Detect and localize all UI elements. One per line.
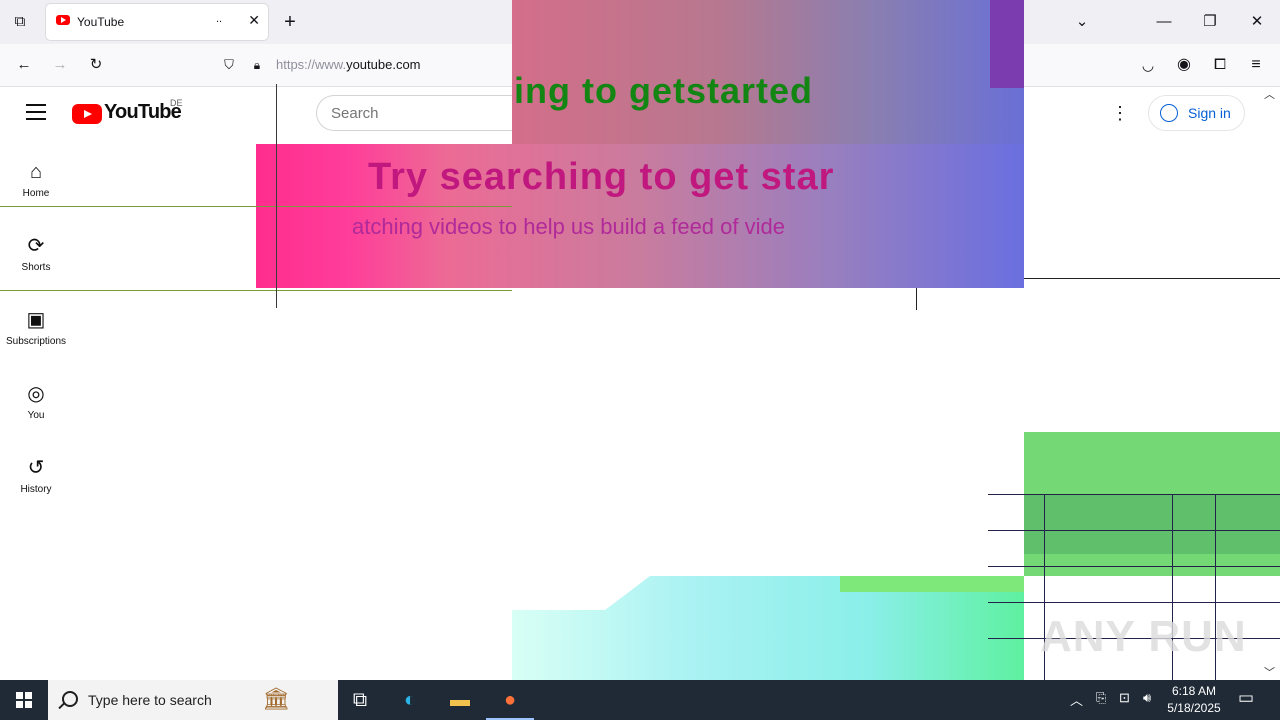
youtube-favicon-icon bbox=[56, 15, 70, 25]
artifact-line bbox=[988, 566, 1280, 567]
scroll-down-icon[interactable]: ﹀ bbox=[1264, 664, 1275, 680]
start-button[interactable] bbox=[0, 680, 48, 720]
sidebar-item-label: History bbox=[20, 484, 52, 495]
taskbar-search-box[interactable]: Type here to search 🏛︎ bbox=[48, 680, 338, 720]
shorts-icon: ⟳ bbox=[27, 235, 45, 257]
account-circle-icon bbox=[1160, 104, 1178, 122]
minimize-button[interactable]: — bbox=[1150, 8, 1178, 36]
extensions-icon[interactable]: ⧠ bbox=[1206, 51, 1234, 79]
history-icon: ↺ bbox=[27, 457, 45, 479]
back-icon[interactable]: ← bbox=[10, 51, 38, 79]
youtube-logo-icon[interactable] bbox=[72, 104, 102, 124]
firefox-icon[interactable]: ● bbox=[486, 680, 534, 720]
tray-chevron-icon[interactable]: ︿ bbox=[1070, 690, 1083, 709]
network-icon[interactable]: ⊡ bbox=[1119, 690, 1130, 706]
sidebar-item-subscriptions[interactable]: ▣ Subscriptions bbox=[0, 308, 72, 382]
search-highlight-icon: 🏛︎ bbox=[262, 686, 290, 711]
list-all-tabs-icon[interactable]: ⌄ bbox=[1068, 8, 1096, 36]
sidebar-item-you[interactable]: ◎ You bbox=[0, 382, 72, 456]
artifact-line bbox=[0, 206, 512, 207]
notifications-icon[interactable]: ▭ bbox=[1238, 688, 1254, 708]
browser-tab[interactable]: YouTube .. ✕ bbox=[46, 4, 268, 40]
feed-prompt-title-fragment: ing to getstarted bbox=[514, 70, 814, 111]
watermark: ANY RUN bbox=[1040, 612, 1247, 661]
sidebar-item-label: You bbox=[27, 410, 45, 421]
search-placeholder: Search bbox=[331, 105, 379, 122]
feed-prompt-subtitle: atching videos to help us build a feed o… bbox=[352, 214, 785, 239]
sidebar-item-history[interactable]: ↺ History bbox=[0, 456, 72, 530]
home-icon: ⌂ bbox=[29, 161, 43, 183]
file-explorer-icon[interactable]: ▬ bbox=[436, 680, 484, 720]
subscriptions-icon: ▣ bbox=[26, 309, 46, 331]
volume-icon[interactable]: 🔊︎ bbox=[1143, 690, 1151, 706]
url-domain: youtube.com bbox=[346, 57, 421, 72]
artifact-line bbox=[916, 288, 917, 310]
artifact-line bbox=[988, 602, 1280, 603]
windows-logo-icon bbox=[16, 692, 32, 708]
tab-title: YouTube bbox=[77, 15, 125, 29]
artifact-line bbox=[1024, 278, 1280, 279]
pocket-icon[interactable]: ◡ bbox=[1134, 51, 1162, 79]
url-text[interactable]: https://www.youtube.com bbox=[276, 57, 421, 72]
feed-prompt-title: Try searching to get star bbox=[368, 156, 835, 198]
corrupted-render-region-green bbox=[1024, 432, 1280, 576]
taskbar-clock[interactable]: 6:18 AM 5/18/2025 bbox=[1158, 683, 1230, 717]
task-view-icon[interactable]: ⧉ bbox=[336, 680, 384, 720]
app-menu-icon[interactable]: ≡ bbox=[1242, 51, 1270, 79]
clock-date: 5/18/2025 bbox=[1167, 701, 1221, 715]
corrupted-bar bbox=[840, 576, 1024, 592]
reload-icon[interactable]: ↻ bbox=[82, 51, 110, 79]
guide-menu-icon[interactable] bbox=[26, 104, 46, 120]
scroll-up-icon[interactable]: ︿ bbox=[1264, 86, 1275, 102]
close-window-button[interactable]: ✕ bbox=[1243, 8, 1271, 36]
artifact-line bbox=[276, 84, 277, 308]
sign-in-label: Sign in bbox=[1188, 105, 1231, 121]
search-icon bbox=[62, 691, 78, 707]
corrupted-block bbox=[990, 0, 1024, 88]
url-prefix: https://www. bbox=[276, 57, 347, 72]
artifact-line bbox=[988, 494, 1280, 495]
tab-list-icon[interactable]: ⧉ bbox=[6, 8, 34, 36]
edge-icon[interactable]: ◐ bbox=[386, 680, 434, 720]
clock-time: 6:18 AM bbox=[1171, 684, 1217, 698]
sidebar-item-label: Shorts bbox=[21, 262, 51, 273]
country-code: DE bbox=[170, 98, 183, 108]
search-input[interactable]: Search bbox=[316, 95, 512, 131]
sidebar-item-label: Home bbox=[22, 188, 50, 199]
tray-device-icon[interactable]: ⎘ bbox=[1096, 690, 1106, 706]
lock-icon[interactable]: 🔒︎ bbox=[243, 51, 271, 79]
tab-close-icon[interactable]: ✕ bbox=[248, 12, 260, 29]
account-icon[interactable]: ◉ bbox=[1170, 51, 1198, 79]
corrupted-feed-prompt: Try searching to get star atching videos… bbox=[256, 144, 1024, 288]
new-tab-button[interactable]: + bbox=[276, 8, 304, 36]
shield-icon[interactable]: ⛉ bbox=[215, 51, 243, 79]
more-options-icon[interactable]: ⋮ bbox=[1110, 102, 1130, 124]
taskbar-search-placeholder: Type here to search bbox=[88, 692, 212, 708]
sidebar-item-home[interactable]: ⌂ Home bbox=[0, 160, 72, 234]
sidebar-item-label: Subscriptions bbox=[5, 336, 67, 347]
sidebar-item-shorts[interactable]: ⟳ Shorts bbox=[0, 234, 72, 308]
tab-loading-indicator: .. bbox=[216, 13, 223, 25]
corrupted-render-region: ing to getstarted bbox=[512, 0, 1024, 144]
artifact-line bbox=[0, 290, 512, 291]
sign-in-button[interactable]: Sign in bbox=[1148, 95, 1245, 131]
you-icon: ◎ bbox=[27, 383, 45, 405]
artifact-line bbox=[988, 530, 1280, 531]
restore-button[interactable]: ❐ bbox=[1196, 8, 1224, 36]
corrupted-notch bbox=[512, 576, 662, 610]
forward-icon[interactable]: → bbox=[46, 51, 74, 79]
corrupted-stripe bbox=[1024, 494, 1280, 554]
